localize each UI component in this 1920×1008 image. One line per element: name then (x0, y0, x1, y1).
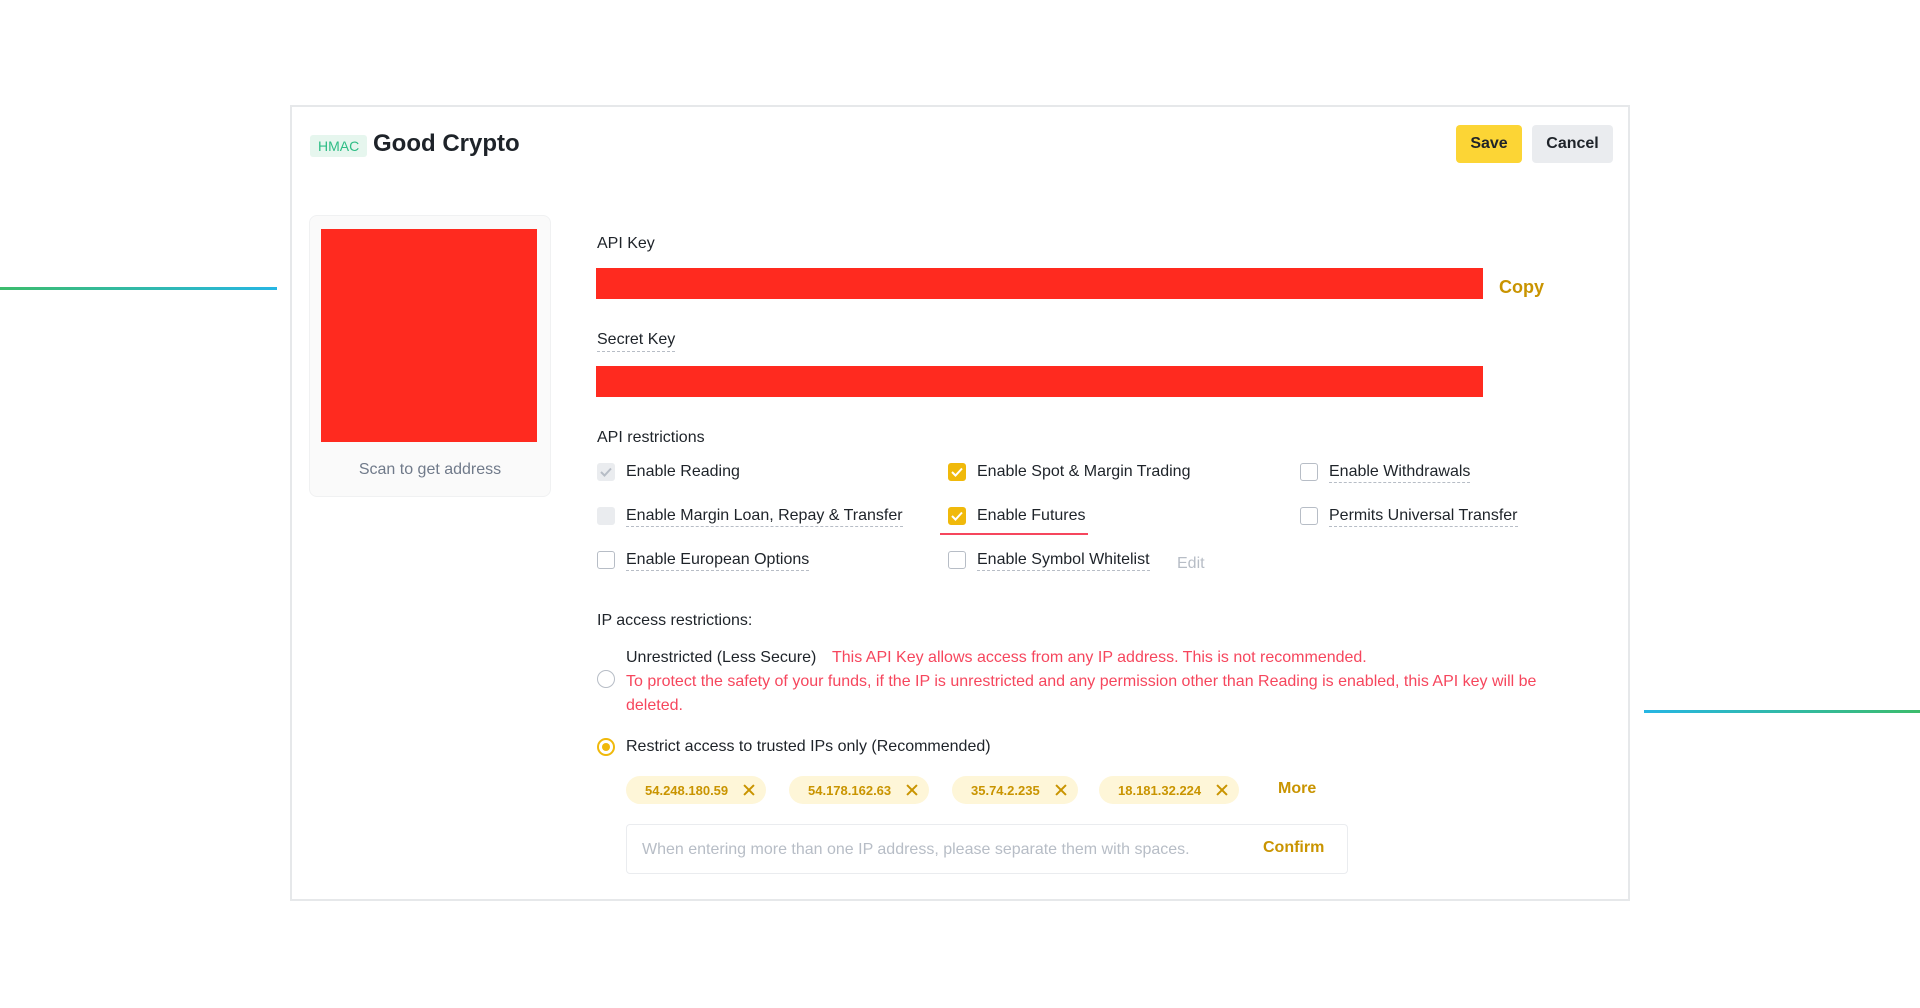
cancel-button[interactable]: Cancel (1532, 125, 1613, 163)
remove-ip-icon[interactable] (905, 783, 919, 797)
qr-caption: Scan to get address (358, 461, 502, 478)
checkbox-enable-withdrawals[interactable] (1300, 463, 1318, 481)
permission-european-options[interactable]: Enable European Options (597, 548, 810, 572)
label-enable-futures: Enable Futures (977, 507, 1086, 524)
label-symbol-whitelist: Enable Symbol Whitelist (977, 550, 1150, 571)
checkbox-european-options[interactable] (597, 551, 615, 569)
unrestricted-warning-detail-end: deleted. (626, 697, 683, 714)
label-enable-reading: Enable Reading (626, 463, 740, 480)
ip-chip-value: 54.178.162.63 (808, 782, 892, 798)
ip-address-input[interactable] (640, 825, 1244, 875)
label-enable-withdrawals: Enable Withdrawals (1329, 462, 1471, 483)
label-universal-transfer: Permits Universal Transfer (1329, 506, 1518, 527)
futures-highlight-underline (940, 533, 1088, 535)
unrestricted-warning: This API Key allows access from any IP a… (832, 649, 1367, 666)
radio-unrestricted[interactable] (597, 670, 615, 688)
permission-enable-futures[interactable]: Enable Futures (948, 504, 1086, 528)
remove-ip-icon[interactable] (1054, 783, 1068, 797)
decorative-line-left (0, 287, 277, 290)
ip-chip-value: 18.181.32.224 (1118, 782, 1202, 798)
remove-ip-icon[interactable] (742, 783, 756, 797)
label-enable-margin-loan: Enable Margin Loan, Repay & Transfer (626, 506, 903, 527)
radio-restricted[interactable] (597, 738, 615, 756)
restricted-label: Restrict access to trusted IPs only (Rec… (626, 738, 991, 755)
api-key-name: Good Crypto (373, 130, 520, 157)
secret-key-value-redacted (596, 366, 1483, 397)
ip-input-container: Confirm (626, 824, 1348, 875)
checkbox-enable-spot-margin[interactable] (948, 463, 966, 481)
permission-enable-spot-margin[interactable]: Enable Spot & Margin Trading (948, 460, 1190, 484)
qr-code-redacted (321, 229, 537, 442)
ip-chip: 54.248.180.59 (626, 776, 767, 804)
remove-ip-icon[interactable] (1215, 783, 1229, 797)
secret-key-label: Secret Key (597, 331, 676, 352)
hmac-badge: HMAC (310, 135, 368, 157)
permission-enable-margin-loan[interactable]: Enable Margin Loan, Repay & Transfer (597, 504, 903, 528)
api-restrictions-title: API restrictions (597, 429, 705, 446)
unrestricted-label: Unrestricted (Less Secure) (626, 649, 817, 666)
ip-access-title: IP access restrictions: (597, 612, 753, 629)
more-ips-link[interactable]: More (1278, 780, 1316, 798)
ip-chip-value: 35.74.2.235 (971, 782, 1040, 798)
api-key-label: API Key (597, 235, 655, 252)
copy-api-key-button[interactable]: Copy (1499, 277, 1544, 298)
unrestricted-warning-detail: To protect the safety of your funds, if … (626, 673, 1537, 690)
label-enable-spot-margin: Enable Spot & Margin Trading (977, 463, 1191, 480)
permission-universal-transfer[interactable]: Permits Universal Transfer (1300, 504, 1518, 528)
permission-enable-reading[interactable]: Enable Reading (597, 460, 740, 484)
checkbox-enable-futures[interactable] (948, 507, 966, 525)
decorative-line-right (1644, 710, 1920, 713)
ip-chip: 54.178.162.63 (789, 776, 930, 804)
checkmark-icon (951, 511, 963, 521)
edit-symbol-whitelist-link[interactable]: Edit (1177, 555, 1205, 573)
ip-chip-value: 54.248.180.59 (645, 782, 729, 798)
ip-chip: 35.74.2.235 (952, 776, 1078, 804)
checkbox-enable-margin-loan[interactable] (597, 507, 615, 525)
save-button[interactable]: Save (1456, 125, 1522, 163)
permission-symbol-whitelist[interactable]: Enable Symbol Whitelist (948, 548, 1150, 572)
label-european-options: Enable European Options (626, 550, 810, 571)
qr-panel: Scan to get address (309, 215, 551, 497)
confirm-ip-button[interactable]: Confirm (1263, 839, 1324, 857)
checkbox-universal-transfer[interactable] (1300, 507, 1318, 525)
checkmark-icon (951, 467, 963, 477)
checkbox-enable-reading[interactable] (597, 463, 615, 481)
api-key-card: HMAC Good Crypto Save Cancel Scan to get… (290, 105, 1630, 901)
checkbox-symbol-whitelist[interactable] (948, 551, 966, 569)
api-key-value-redacted (596, 268, 1483, 299)
permission-enable-withdrawals[interactable]: Enable Withdrawals (1300, 460, 1471, 484)
ip-chip: 18.181.32.224 (1099, 776, 1240, 804)
checkmark-icon (600, 467, 612, 477)
